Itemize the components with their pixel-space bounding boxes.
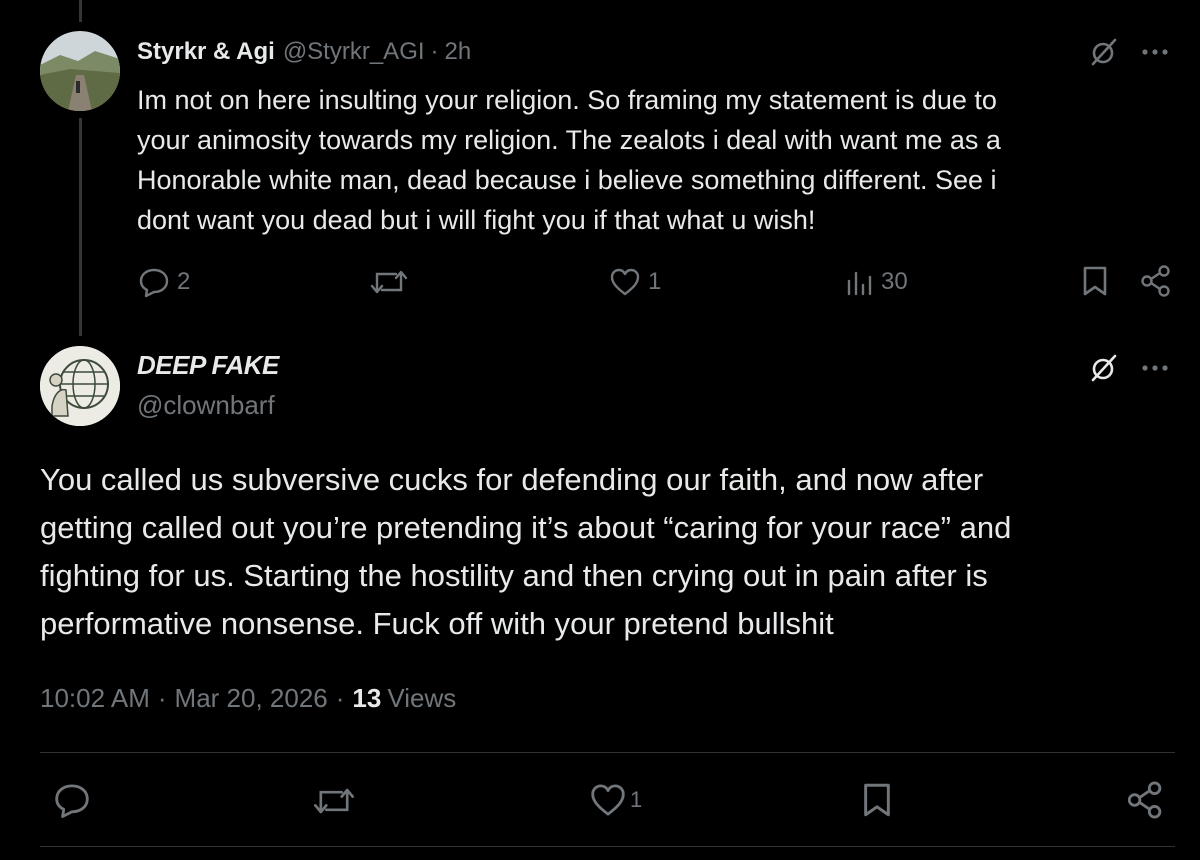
reply-icon bbox=[55, 784, 89, 818]
tweet1-reply-button[interactable]: 2 bbox=[137, 265, 190, 299]
tweet1-handle[interactable]: @Styrkr_AGI bbox=[283, 38, 425, 66]
bookmark-icon bbox=[1083, 266, 1107, 296]
tweet2-text: You called us subversive cucks for defen… bbox=[40, 462, 1012, 641]
action-bar-top-divider bbox=[40, 752, 1175, 753]
landscape-avatar-image bbox=[40, 31, 120, 111]
tweet1-share-button[interactable] bbox=[1138, 264, 1172, 298]
grok-icon bbox=[1091, 38, 1117, 66]
views-icon bbox=[847, 271, 872, 296]
tweet2-like-count: 1 bbox=[630, 787, 643, 812]
share-icon bbox=[1127, 781, 1162, 819]
tweet2-grok-button[interactable] bbox=[1088, 352, 1120, 384]
globe-sketch-avatar-image bbox=[40, 346, 120, 426]
grok-icon bbox=[1091, 354, 1117, 382]
avatar-deepfake[interactable] bbox=[40, 346, 120, 426]
tweet1-like-count: 1 bbox=[648, 268, 662, 295]
tweet2-handle[interactable]: @clownbarf bbox=[137, 390, 275, 421]
more-dots-icon bbox=[1142, 365, 1168, 371]
heart-icon bbox=[610, 268, 640, 296]
bookmark-icon bbox=[864, 783, 890, 817]
tweet1-time[interactable]: 2h bbox=[445, 38, 472, 66]
thread-line-connector bbox=[79, 118, 82, 336]
action-bar-bottom-divider bbox=[40, 846, 1175, 847]
tweet2-meta-separator-1: · bbox=[157, 682, 167, 713]
tweet2-meta-separator-2: · bbox=[335, 682, 345, 713]
tweet1-reply-count: 2 bbox=[177, 268, 191, 295]
tweet1-retweet-button[interactable] bbox=[369, 265, 409, 299]
tweet2-views-label: Views bbox=[387, 682, 457, 713]
share-icon bbox=[1141, 265, 1170, 297]
tweet1-view-count: 30 bbox=[881, 268, 908, 295]
tweet2-date[interactable]: Mar 20, 2026 bbox=[175, 683, 328, 714]
tweet2-like-button[interactable]: 1 bbox=[588, 780, 642, 820]
tweet2-time[interactable]: 10:02 AM bbox=[40, 683, 150, 714]
tweet1-bookmark-button[interactable] bbox=[1080, 264, 1110, 298]
tweet1-text: Im not on here insulting your religion. … bbox=[137, 85, 1001, 235]
tweet1-header: Styrkr & Agi @Styrkr_AGI · 2h bbox=[137, 36, 471, 68]
tweet2-retweet-button[interactable] bbox=[312, 782, 356, 820]
more-dots-icon bbox=[1142, 49, 1168, 55]
tweet1-views-button[interactable]: 30 bbox=[845, 265, 908, 299]
tweet2-more-button[interactable] bbox=[1140, 358, 1170, 378]
avatar-styrkr[interactable] bbox=[40, 31, 120, 111]
thread-line-top bbox=[79, 0, 82, 22]
reply-icon bbox=[139, 268, 169, 298]
tweet2-views-count: 13 bbox=[352, 682, 382, 713]
tweet1-display-name[interactable]: Styrkr & Agi bbox=[137, 38, 275, 66]
heart-icon bbox=[591, 784, 625, 816]
tweet2-meta: 10:02 AM · Mar 20, 2026 · 13 Views bbox=[40, 680, 456, 716]
retweet-icon bbox=[313, 788, 355, 814]
tweet1-separator: · bbox=[430, 38, 439, 65]
tweet2-bookmark-button[interactable] bbox=[860, 780, 894, 820]
tweet2-reply-button[interactable] bbox=[52, 780, 92, 820]
tweet1-like-button[interactable]: 1 bbox=[608, 265, 661, 299]
tweet1-grok-button[interactable] bbox=[1088, 36, 1120, 68]
tweet2-share-button[interactable] bbox=[1124, 780, 1164, 820]
tweet2-display-name[interactable]: DEEP FAKE bbox=[137, 350, 279, 381]
tweet1-more-button[interactable] bbox=[1140, 42, 1170, 62]
retweet-icon bbox=[370, 270, 408, 294]
